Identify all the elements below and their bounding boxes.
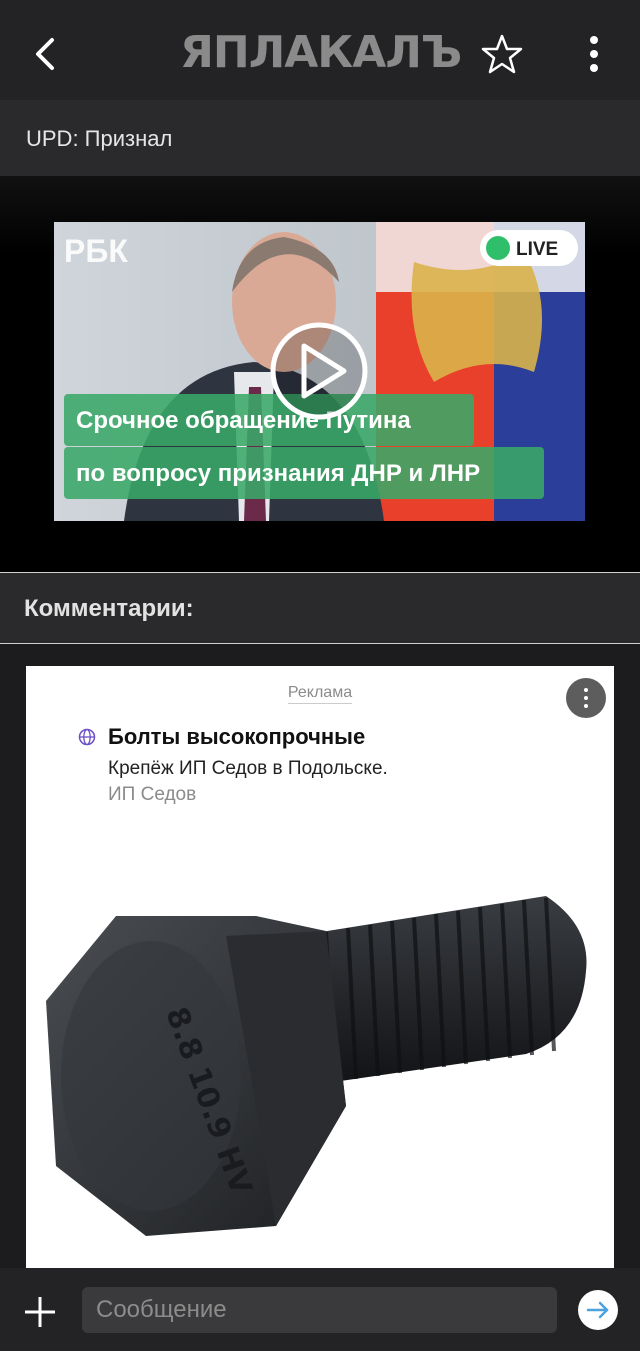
message-composer (0, 1268, 640, 1351)
ad-headline[interactable]: Болты высокопрочные (108, 724, 365, 750)
message-input[interactable] (82, 1287, 557, 1333)
post-title: UPD: Признал (26, 126, 173, 151)
star-icon[interactable] (480, 32, 524, 76)
ad-description: Крепёж ИП Седов в Подольске. (108, 758, 388, 779)
ad-source: ИП Седов (108, 784, 197, 805)
video-caption-line1: Срочное обращение Путина (76, 407, 411, 434)
globe-icon (78, 728, 96, 746)
video-player[interactable]: РБК LIVE Срочное обращение Путина по воп… (54, 222, 585, 521)
send-button[interactable] (578, 1290, 618, 1330)
comments-title: Комментарии: (24, 595, 194, 622)
video-caption-line2: по вопросу признания ДНР и ЛНР (76, 460, 480, 487)
ad-menu-icon[interactable] (566, 678, 606, 718)
site-logo[interactable]: ЯПЛАКАЛЪ (180, 28, 462, 78)
ad-card[interactable]: Реклама Болты высокопрочные Крепёж ИП Се… (26, 666, 614, 1276)
send-arrow-icon (586, 1301, 609, 1319)
top-bar: ЯПЛАКАЛЪ (0, 0, 640, 100)
play-icon[interactable] (270, 322, 368, 420)
video-section: РБК LIVE Срочное обращение Путина по воп… (0, 176, 640, 572)
comments-header: Комментарии: (0, 572, 640, 644)
back-arrow-icon[interactable] (22, 30, 70, 78)
ad-label: Реклама (26, 684, 614, 704)
bolt-image: 8.8 10.9 HV (46, 896, 587, 1236)
more-menu-icon[interactable] (572, 30, 616, 78)
video-thumbnail: РБК LIVE Срочное обращение Путина по воп… (54, 222, 585, 521)
plus-icon[interactable] (22, 1294, 58, 1330)
channel-logo: РБК (64, 233, 128, 269)
live-badge: LIVE (516, 239, 558, 260)
post-header: UPD: Признал (0, 100, 640, 176)
